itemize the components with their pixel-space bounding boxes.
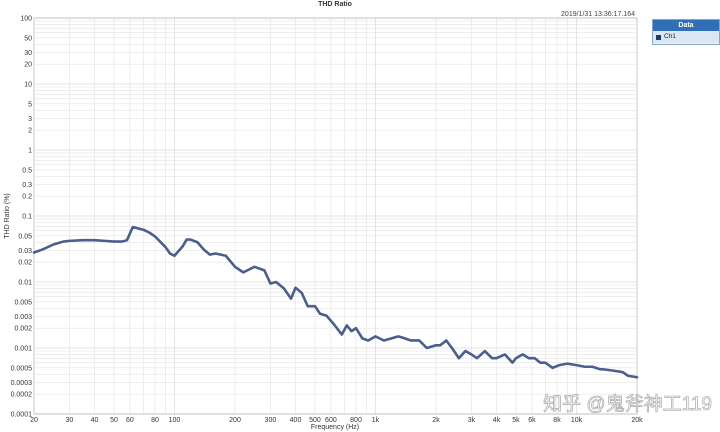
y-tick-label: 2 bbox=[28, 128, 32, 135]
x-tick-label: 1k bbox=[372, 417, 380, 424]
x-tick-label: 40 bbox=[91, 417, 99, 424]
y-tick-label: 0.02 bbox=[18, 260, 32, 267]
thd-ratio-chart: THD Ratio 2019/1/31 13:36:17.164 AP 2030… bbox=[4, 1, 712, 431]
watermark-text: 知乎 @鬼斧神工119 bbox=[543, 393, 712, 415]
legend-swatch-icon bbox=[656, 34, 661, 40]
y-tick-label: 0.0005 bbox=[11, 365, 33, 372]
y-tick-label: 0.03 bbox=[18, 248, 32, 255]
x-axis-label: Frequency (Hz) bbox=[311, 424, 359, 431]
x-tick-label: 200 bbox=[229, 417, 241, 424]
x-tick-label: 60 bbox=[126, 417, 134, 424]
x-tick-label: 5k bbox=[512, 417, 520, 424]
x-tick-label: 30 bbox=[65, 417, 73, 424]
x-tick-label: 20k bbox=[631, 417, 643, 424]
legend-item-label: Ch1 bbox=[664, 33, 676, 40]
y-tick-label: 0.0002 bbox=[11, 392, 33, 399]
x-tick-label: 80 bbox=[151, 417, 159, 424]
x-tick-label: 400 bbox=[290, 417, 302, 424]
x-tick-label: 4k bbox=[493, 417, 501, 424]
y-axis-label: THD Ratio (%) bbox=[4, 193, 11, 239]
x-tick-label: 300 bbox=[265, 417, 277, 424]
timestamp: 2019/1/31 13:36:17.164 bbox=[561, 11, 635, 18]
y-tick-label: 0.3 bbox=[22, 182, 32, 189]
x-tick-label: 500 bbox=[309, 417, 321, 424]
legend-item-ch1[interactable]: Ch1 bbox=[653, 31, 719, 43]
y-tick-label: 0.01 bbox=[18, 280, 32, 287]
y-tick-label: 0.005 bbox=[14, 299, 32, 306]
y-tick-label: 0.05 bbox=[18, 233, 32, 240]
legend-panel[interactable]: Data Ch1 bbox=[652, 19, 720, 45]
y-tick-label: 10 bbox=[24, 82, 32, 89]
y-tick-label: 0.0003 bbox=[11, 380, 33, 387]
y-tick-label: 0.002 bbox=[14, 326, 32, 333]
x-tick-labels: 20 30 40 50 60 80 100 200 300 400 500 600 800 1k 2k 3k 4… bbox=[30, 417, 643, 424]
y-tick-label: 0.2 bbox=[22, 194, 32, 201]
x-tick-label: 100 bbox=[169, 417, 181, 424]
y-tick-label: 100 bbox=[20, 16, 32, 23]
y-tick-label: 0.001 bbox=[14, 346, 32, 353]
x-tick-label: 2k bbox=[432, 417, 440, 424]
x-tick-label: 6k bbox=[528, 417, 536, 424]
x-tick-label: 10k bbox=[571, 417, 583, 424]
x-tick-label: 600 bbox=[325, 417, 337, 424]
chart-title: THD Ratio bbox=[318, 1, 352, 8]
legend-header: Data bbox=[653, 20, 719, 31]
x-tick-label: 3k bbox=[468, 417, 476, 424]
y-tick-label: 3 bbox=[28, 116, 32, 123]
y-tick-label: 0.1 bbox=[22, 214, 32, 221]
x-tick-label: 800 bbox=[350, 417, 362, 424]
y-tick-label: 0.003 bbox=[14, 314, 32, 321]
y-tick-label: 0.0001 bbox=[11, 412, 33, 419]
y-tick-label: 0.5 bbox=[22, 167, 32, 174]
y-tick-label: 20 bbox=[24, 62, 32, 69]
y-tick-label: 50 bbox=[24, 35, 32, 42]
y-tick-label: 30 bbox=[24, 50, 32, 57]
y-tick-label: 1 bbox=[28, 148, 32, 155]
x-tick-label: 50 bbox=[110, 417, 118, 424]
y-tick-labels: 100 50 30 20 10 5 3 2 1 0.5 0.3 0.2 0.1 0.05 0.03 0.02 0… bbox=[11, 16, 33, 419]
y-tick-label: 5 bbox=[28, 101, 32, 108]
x-tick-label: 8k bbox=[553, 417, 561, 424]
